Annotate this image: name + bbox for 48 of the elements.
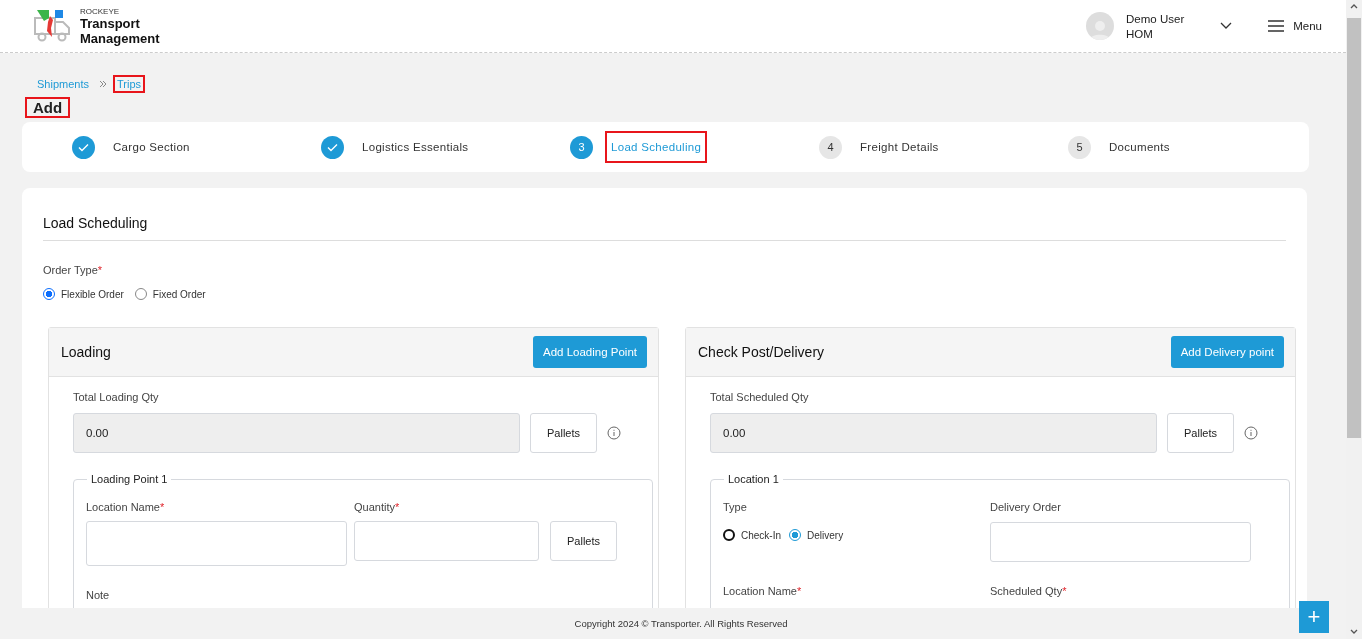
- chevron-down-icon[interactable]: [1220, 22, 1233, 30]
- page-title: Add: [25, 97, 71, 118]
- radio-option[interactable]: Flexible Order: [43, 288, 124, 300]
- radio-option[interactable]: Check-In: [723, 529, 781, 541]
- total-qty-field[interactable]: 0.00: [73, 413, 520, 453]
- group-legend: Location 1: [724, 473, 783, 485]
- location-name-input[interactable]: [86, 521, 347, 566]
- step-tab[interactable]: Freight Details: [854, 131, 945, 163]
- double-chevron-icon: [99, 80, 107, 88]
- brand-name: Transport: [80, 15, 141, 31]
- truck-logo-icon: [33, 8, 73, 44]
- brand-tagline: ROCKEYE: [80, 6, 121, 16]
- user-role: HOM: [1126, 27, 1154, 40]
- field-label: Delivery Order: [990, 501, 1062, 513]
- unit-button[interactable]: Pallets: [550, 521, 617, 561]
- delivery-order-input[interactable]: [990, 522, 1251, 562]
- menu-icon: [1268, 20, 1285, 32]
- user-name: Demo User: [1126, 12, 1185, 25]
- field-label: Order Type*: [43, 264, 104, 276]
- panel-title: Loading: [61, 344, 111, 360]
- info-icon[interactable]: [607, 426, 621, 440]
- panel-title: Check Post/Delivery: [698, 344, 825, 360]
- unit-button[interactable]: Pallets: [1167, 413, 1234, 453]
- field-label: Quantity*: [354, 501, 401, 513]
- brand-name: Management: [80, 30, 160, 46]
- step-tab[interactable]: Cargo Section: [107, 131, 196, 163]
- total-qty-field[interactable]: 0.00: [710, 413, 1157, 453]
- step-number: 4: [819, 135, 842, 159]
- field-label: Location Name*: [86, 501, 166, 513]
- field-label: Total Scheduled Qty: [710, 391, 810, 403]
- unit-button[interactable]: Pallets: [530, 413, 597, 453]
- radio-option[interactable]: Delivery: [789, 529, 844, 541]
- section-title: Load Scheduling: [43, 215, 1286, 241]
- radio-option[interactable]: Fixed Order: [134, 288, 206, 300]
- field-label: Scheduled Qty*: [990, 585, 1068, 597]
- field-label: Type: [723, 501, 748, 513]
- field-label: Total Loading Qty: [73, 391, 160, 403]
- step-tab[interactable]: Logistics Essentials: [356, 131, 475, 163]
- field-label: Location Name*: [723, 585, 803, 597]
- menu-button[interactable]: Menu: [1268, 20, 1322, 32]
- user-avatar[interactable]: [1086, 12, 1115, 40]
- info-icon[interactable]: [1244, 426, 1258, 440]
- field-label: Note: [86, 589, 111, 601]
- step-number: 5: [1068, 135, 1091, 159]
- step-number: 3: [570, 135, 593, 159]
- group-legend: Loading Point 1: [87, 473, 172, 485]
- quantity-input[interactable]: [354, 521, 539, 561]
- step-tab[interactable]: Documents: [1103, 131, 1176, 163]
